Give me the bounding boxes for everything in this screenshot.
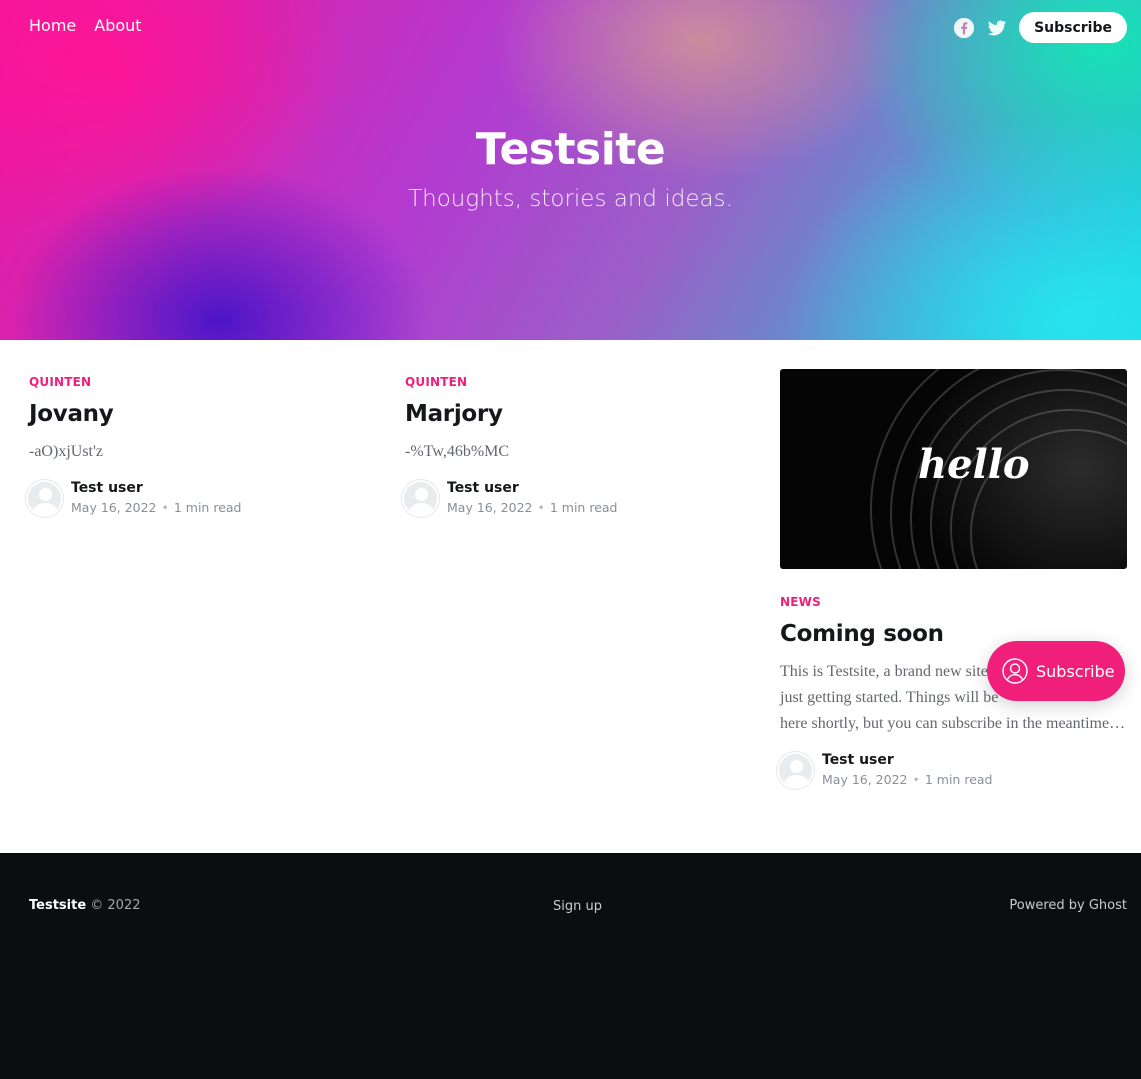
post-excerpt: -%Tw,46b%MC bbox=[405, 443, 510, 460]
post-date: May 16, 2022 bbox=[447, 500, 533, 515]
post-card[interactable]: Quinten Jovany -aO)xjUst'z Test user May… bbox=[26, 375, 369, 517]
post-date: May 16, 2022 bbox=[71, 500, 157, 515]
header-actions: Subscribe bbox=[953, 12, 1127, 43]
author-avatar[interactable] bbox=[402, 480, 439, 517]
site-description: Thoughts, stories and ideas. bbox=[408, 186, 733, 212]
reading-time: 1 min read bbox=[549, 500, 618, 515]
footer-site-link[interactable]: Testsite bbox=[29, 898, 86, 913]
post-card-featured[interactable]: hello News Coming soon This is Testsite,… bbox=[777, 369, 1127, 789]
facebook-icon bbox=[953, 17, 975, 38]
reading-time: 1 min read bbox=[924, 772, 993, 787]
post-meta: Test user May 16, 2022 • 1 min read bbox=[26, 480, 369, 517]
post-tag[interactable]: News bbox=[780, 595, 1127, 609]
footer-copyright: Testsite © 2022 bbox=[29, 898, 141, 913]
site-header: Home About Subscribe Testsite Thoughts, … bbox=[0, 0, 1141, 340]
nav-item-home[interactable]: Home bbox=[29, 16, 76, 36]
image-text: hello bbox=[918, 441, 1030, 488]
site-title: Testsite bbox=[475, 124, 666, 175]
post-excerpt: -aO)xjUst'z bbox=[29, 443, 103, 460]
post-date: May 16, 2022 bbox=[822, 772, 908, 787]
post-meta: Test user May 16, 2022 • 1 min read bbox=[777, 752, 1127, 789]
post-meta: Test user May 16, 2022 • 1 min read bbox=[402, 480, 745, 517]
post-title[interactable]: Marjory bbox=[405, 399, 745, 429]
separator-dot: • bbox=[912, 772, 920, 787]
main-nav: Home About bbox=[29, 16, 160, 36]
site-footer: Testsite © 2022 Sign up Powered by Ghost bbox=[0, 853, 1141, 1079]
post-title[interactable]: Jovany bbox=[29, 399, 369, 429]
powered-by-link[interactable]: Powered by Ghost bbox=[1009, 898, 1127, 913]
author-name[interactable]: Test user bbox=[447, 480, 617, 497]
facebook-link[interactable] bbox=[953, 17, 975, 39]
portal-subscribe-label: Subscribe bbox=[1036, 661, 1115, 681]
post-feature-image[interactable]: hello bbox=[780, 369, 1127, 569]
portal-subscribe-button[interactable]: Subscribe bbox=[987, 641, 1125, 701]
post-tag[interactable]: Quinten bbox=[405, 375, 745, 389]
post-tag[interactable]: Quinten bbox=[29, 375, 369, 389]
copyright-text: © 2022 bbox=[90, 898, 141, 913]
reading-time: 1 min read bbox=[173, 500, 242, 515]
author-name[interactable]: Test user bbox=[71, 480, 241, 497]
footer-signup-link[interactable]: Sign up bbox=[553, 899, 602, 914]
twitter-icon bbox=[987, 19, 1007, 35]
author-name[interactable]: Test user bbox=[822, 752, 992, 769]
header-subscribe-button[interactable]: Subscribe bbox=[1019, 12, 1127, 43]
author-avatar[interactable] bbox=[777, 752, 814, 789]
author-avatar[interactable] bbox=[26, 480, 63, 517]
separator-dot: • bbox=[537, 500, 545, 515]
nav-item-about[interactable]: About bbox=[94, 16, 141, 36]
separator-dot: • bbox=[161, 500, 169, 515]
twitter-link[interactable] bbox=[986, 17, 1008, 39]
post-card[interactable]: Quinten Marjory -%Tw,46b%MC Test user Ma… bbox=[402, 375, 745, 517]
user-circle-icon bbox=[1002, 658, 1028, 684]
